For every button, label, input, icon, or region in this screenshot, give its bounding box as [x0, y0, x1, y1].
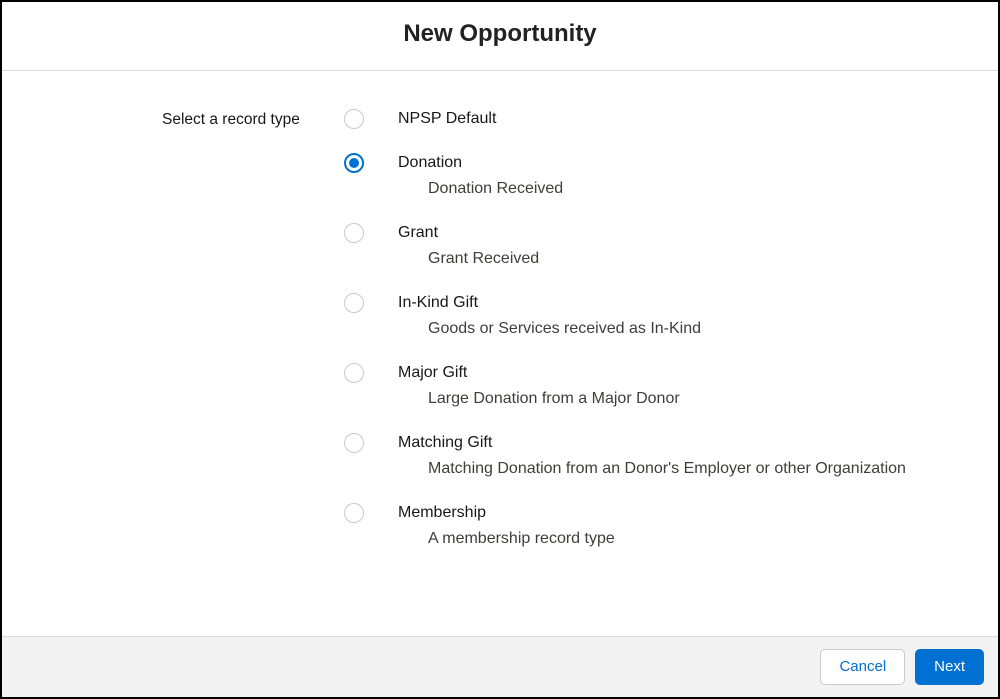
option-description: Large Donation from a Major Donor	[398, 383, 680, 409]
option-description: Goods or Services received as In-Kind	[398, 313, 701, 339]
option-description: Grant Received	[398, 243, 539, 269]
radio-button[interactable]	[344, 223, 364, 243]
option-text[interactable]: Major GiftLarge Donation from a Major Do…	[364, 363, 680, 409]
radio-button[interactable]	[344, 293, 364, 313]
radio-button[interactable]	[344, 503, 364, 523]
option-label: Membership	[398, 503, 615, 523]
option-text[interactable]: In-Kind GiftGoods or Services received a…	[364, 293, 701, 339]
option-description: Donation Received	[398, 173, 563, 199]
option-text[interactable]: DonationDonation Received	[364, 153, 563, 199]
record-type-option[interactable]: GrantGrant Received	[344, 223, 986, 269]
next-button[interactable]: Next	[915, 649, 984, 685]
radio-button[interactable]	[344, 433, 364, 453]
radio-button[interactable]	[344, 363, 364, 383]
option-text[interactable]: Matching GiftMatching Donation from an D…	[364, 433, 906, 479]
record-type-option[interactable]: DonationDonation Received	[344, 153, 986, 199]
record-type-options: NPSP Default DonationDonation Received Gra…	[344, 109, 986, 573]
option-text[interactable]: NPSP Default	[364, 109, 496, 129]
option-label: Grant	[398, 223, 539, 243]
radio-button[interactable]	[344, 109, 364, 129]
option-label: Matching Gift	[398, 433, 906, 453]
option-label: Donation	[398, 153, 563, 173]
record-type-prompt: Select a record type	[14, 109, 344, 129]
new-opportunity-modal: New Opportunity Select a record type NPS…	[0, 0, 1000, 699]
modal-title: New Opportunity	[2, 20, 998, 48]
record-type-option[interactable]: NPSP Default	[344, 109, 986, 129]
cancel-button[interactable]: Cancel	[820, 649, 905, 685]
modal-body: Select a record type NPSP Default Donatio…	[2, 71, 998, 636]
option-label: In-Kind Gift	[398, 293, 701, 313]
record-type-option[interactable]: Matching GiftMatching Donation from an D…	[344, 433, 986, 479]
option-label: Major Gift	[398, 363, 680, 383]
radio-button[interactable]	[344, 153, 364, 173]
record-type-option[interactable]: Major GiftLarge Donation from a Major Do…	[344, 363, 986, 409]
modal-header: New Opportunity	[2, 2, 998, 70]
record-type-option[interactable]: In-Kind GiftGoods or Services received a…	[344, 293, 986, 339]
record-type-option[interactable]: MembershipA membership record type	[344, 503, 986, 549]
option-text[interactable]: MembershipA membership record type	[364, 503, 615, 549]
modal-footer: Cancel Next	[2, 636, 998, 697]
option-description: Matching Donation from an Donor's Employ…	[398, 453, 906, 479]
option-text[interactable]: GrantGrant Received	[364, 223, 539, 269]
option-label: NPSP Default	[398, 109, 496, 129]
option-description: A membership record type	[398, 523, 615, 549]
